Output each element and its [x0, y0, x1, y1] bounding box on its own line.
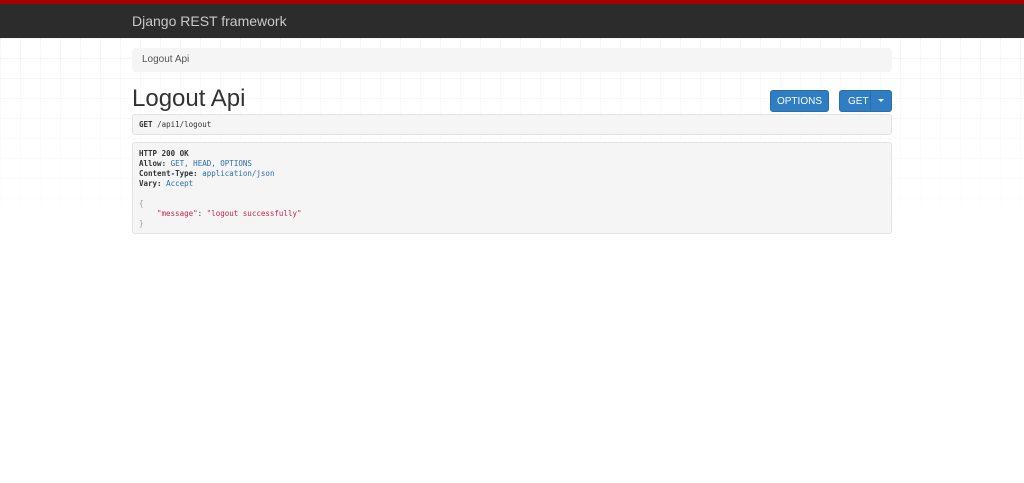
breadcrumb: Logout Api [132, 48, 892, 72]
json-close-brace: } [139, 219, 144, 228]
header-value: Accept [166, 179, 194, 188]
response-body: { "message": "logout successfully" } [139, 199, 885, 229]
page-title: Logout Api [132, 85, 246, 112]
response-header-vary: Vary: Accept [139, 179, 885, 189]
options-button[interactable]: OPTIONS [770, 90, 829, 112]
response-header-allow: Allow: GET, HEAD, OPTIONS [139, 159, 885, 169]
json-value: "logout successfully" [206, 209, 302, 218]
caret-down-icon[interactable] [878, 99, 884, 102]
json-key: "message" [157, 209, 198, 218]
get-button-divider [870, 91, 871, 111]
header-key: Vary: [139, 179, 162, 188]
response-header-content-type: Content-Type: application/json [139, 169, 885, 179]
response-info: HTTP 200 OK Allow: GET, HEAD, OPTIONS Co… [132, 142, 892, 234]
header-key: Allow: [139, 159, 167, 168]
json-open-brace: { [139, 199, 144, 208]
get-button[interactable]: GET [839, 90, 892, 112]
navbar-brand-link[interactable]: Django REST framework [132, 13, 287, 29]
page-header: Logout Api OPTIONS GET [132, 84, 892, 124]
header-value: application/json [202, 169, 275, 178]
json-entry: "message": "logout successfully" [139, 209, 885, 219]
json-colon: : [197, 209, 207, 218]
header-key: Content-Type: [139, 169, 198, 178]
breadcrumb-item-active: Logout Api [142, 54, 190, 65]
navbar: Django REST framework [0, 0, 1024, 38]
header-value: GET, HEAD, OPTIONS [170, 159, 252, 168]
response-status: HTTP 200 OK [139, 149, 189, 158]
get-button-label: GET [848, 95, 869, 107]
main-container: Logout Api Logout Api OPTIONS GET GET /a… [132, 48, 892, 234]
